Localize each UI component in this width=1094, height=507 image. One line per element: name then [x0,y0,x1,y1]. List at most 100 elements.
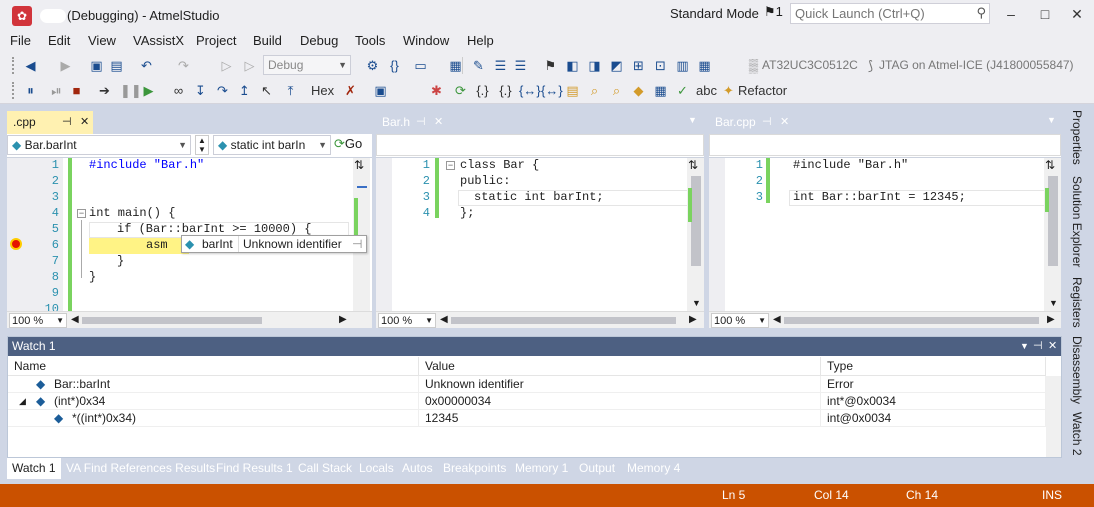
scroll-left-icon[interactable]: ◀ [71,314,79,325]
menu-tools[interactable]: Tools [355,33,385,48]
output-icon[interactable]: ▦ [696,57,713,74]
pin-icon[interactable]: ⊣ [352,236,362,252]
bookmark-icon[interactable]: ⚑ [542,57,559,74]
split-icon[interactable]: ⇅ [354,158,364,172]
va-brace-nav-icon[interactable]: {↔} [519,82,541,99]
notifications-flag[interactable]: ⚑1 [764,4,783,20]
va-list-methods-icon[interactable]: ▦ [652,82,669,99]
side-tab-disassembly[interactable]: Disassembly [1070,336,1084,404]
scroll-right-icon[interactable]: ▶ [689,314,697,325]
indicator-margin[interactable] [709,158,725,311]
collapse-icon[interactable]: − [77,209,86,218]
device-icon[interactable]: ⊡ [652,57,669,74]
navigation-dropdown[interactable] [376,134,704,156]
va-find-references-icon[interactable]: ⌕ [608,82,625,99]
step-into-icon[interactable]: ↧ [192,82,209,99]
tab-watch-1[interactable]: Watch 1 [7,458,61,479]
undo-icon[interactable]: ↶ [138,57,155,74]
target-device[interactable]: AT32UC3C0512C [762,58,858,72]
column-header-type[interactable]: Type [821,357,1046,376]
maximize-button[interactable]: □ [1034,4,1056,24]
solution-configuration-select[interactable]: Debug ▼ [263,55,351,75]
va-brace-2-icon[interactable]: {.} [497,82,514,99]
toolbar-grip[interactable] [12,57,16,74]
split-icon[interactable]: ⇅ [688,158,698,172]
tab-call-stack[interactable]: Call Stack [298,458,352,479]
watch-row[interactable]: ◆ Bar::barInt Unknown identifier Error [8,376,1046,393]
tab-overflow-icon[interactable]: ▼ [688,115,697,125]
va-open-file-icon[interactable]: ▤ [564,82,581,99]
watch-window-header[interactable]: Watch 1 ▼ ⊣ ✕ [8,337,1061,356]
quick-launch-input[interactable] [791,4,967,23]
menu-edit[interactable]: Edit [48,33,70,48]
va-toggle-icon[interactable]: ✓ [674,82,691,99]
watch-value[interactable]: 12345 [419,410,821,427]
split-icon[interactable]: ⇅ [1045,158,1055,172]
zoom-select[interactable]: 100 % ▼ [711,313,769,328]
vertical-scrollbar[interactable] [1046,376,1061,457]
window-icon[interactable]: ▭ [412,57,429,74]
tab-find-results[interactable]: Find Results 1 [216,458,293,479]
editor-2-code[interactable]: 1 2 3 4 − class Bar { public: static int… [376,158,704,311]
menu-build[interactable]: Build [253,33,282,48]
menu-view[interactable]: View [88,33,116,48]
scroll-left-icon[interactable]: ◀ [773,314,781,325]
pin-icon[interactable]: ⊣ [416,111,426,133]
minimize-button[interactable]: – [1000,4,1022,24]
run-to-cursor-icon[interactable]: ↖ [258,82,275,99]
tab-bar-h[interactable]: Bar.h ⊣ ✕ [376,111,448,134]
tab-breakpoints[interactable]: Breakpoints [443,458,506,479]
show-next-statement-icon[interactable]: ➔ [96,82,113,99]
next-bookmark-icon[interactable]: ◨ [586,57,603,74]
horizontal-scroll-thumb[interactable] [451,317,676,324]
restart-icon[interactable]: ⏯ [48,82,65,99]
navigation-dropdown[interactable] [709,134,1061,156]
editor-3-code[interactable]: 1 2 3 #include "Bar.h" int Bar::barInt =… [709,158,1061,311]
tab-overflow-icon[interactable]: ▼ [1047,115,1056,125]
va-find-symbol-icon[interactable]: ⌕ [586,82,603,99]
close-button[interactable]: ✕ [1066,4,1088,24]
tab-output[interactable]: Output [579,458,615,479]
menu-window[interactable]: Window [403,33,449,48]
vertical-scrollbar[interactable]: ⇅ ▼ [1044,158,1061,311]
watch-name-cell[interactable]: ◆ Bar::barInt [8,376,419,393]
watch-row[interactable]: ◆ *((int*)0x34) 12345 int@0x0034 [8,410,1046,427]
side-tab-solution-explorer[interactable]: Solution Explorer [1070,176,1084,267]
watch-value[interactable]: Unknown identifier [419,376,821,393]
quick-launch[interactable]: ⚲ [790,3,990,24]
tab-va-find-references[interactable]: VA Find References Results [66,458,215,479]
zoom-select[interactable]: 100 % ▼ [9,313,67,328]
indicator-margin[interactable] [376,158,392,311]
scroll-thumb[interactable] [691,176,701,266]
save-all-icon[interactable]: ▤ [108,57,125,74]
horizontal-scroll-thumb[interactable] [784,317,1039,324]
watch-name-cell[interactable]: ◆ *((int*)0x34) [8,410,419,427]
comment-icon[interactable]: ✎ [470,57,487,74]
redo-icon[interactable]: ↷ [175,57,192,74]
forward-icon[interactable]: ▶ [57,57,74,74]
side-tab-registers[interactable]: Registers [1070,277,1084,328]
expand-arrow-icon[interactable]: ◢ [19,393,26,409]
close-icon[interactable]: ✕ [434,111,443,133]
close-icon[interactable]: ✕ [780,111,789,133]
tab-memory-4[interactable]: Memory 4 [627,458,680,479]
va-refresh-icon[interactable]: ⟳ [452,82,469,99]
member-spinner[interactable]: ▲ ▼ [195,135,209,155]
watch-value[interactable]: 0x00000034 [419,393,821,410]
save-icon[interactable]: ▣ [88,57,105,74]
menu-help[interactable]: Help [467,33,494,48]
tab-autos[interactable]: Autos [402,458,433,479]
step-over-icon[interactable]: ↷ [214,82,231,99]
side-tab-properties[interactable]: Properties [1070,110,1084,165]
exceptions-icon[interactable]: ✗ [342,82,359,99]
back-icon[interactable]: ◀ [22,57,39,74]
collapse-icon[interactable]: − [446,161,455,170]
debug-tool[interactable]: JTAG on Atmel-ICE (J41800055847) [879,58,1074,72]
toolbar-grip[interactable] [12,82,16,99]
pin-icon[interactable]: ⊣ [762,111,772,133]
hex-display-toggle[interactable]: Hex [311,83,334,98]
side-tab-watch-2[interactable]: Watch 2 [1070,412,1084,456]
tab-main-cpp[interactable]: .cpp ⊣ ✕ [7,111,93,134]
build-icon[interactable]: ⚙ [364,57,381,74]
indent-icon[interactable]: ☰ [492,57,509,74]
